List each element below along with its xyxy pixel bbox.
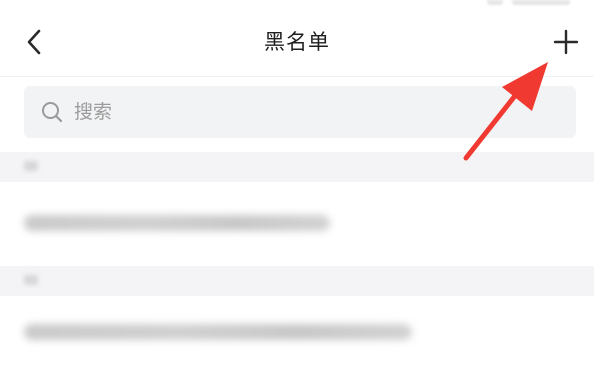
status-indicator <box>487 0 503 5</box>
list-item[interactable] <box>0 182 594 266</box>
add-blacklist-button[interactable] <box>546 22 586 62</box>
page-title: 黑名单 <box>264 30 330 54</box>
list-item[interactable] <box>0 296 594 372</box>
section-header <box>0 152 594 182</box>
section-header <box>0 266 594 296</box>
navigation-bar: 黑名单 <box>0 8 594 77</box>
status-bar <box>0 0 594 8</box>
battery-icon <box>512 0 570 5</box>
blurred-contact-text <box>24 215 330 231</box>
section-letter <box>24 275 38 285</box>
plus-icon <box>553 29 579 55</box>
search-bar[interactable] <box>24 86 576 138</box>
section-letter <box>24 161 38 171</box>
blurred-contact-text <box>24 324 412 340</box>
search-input[interactable] <box>74 86 554 138</box>
search-icon <box>42 102 63 123</box>
